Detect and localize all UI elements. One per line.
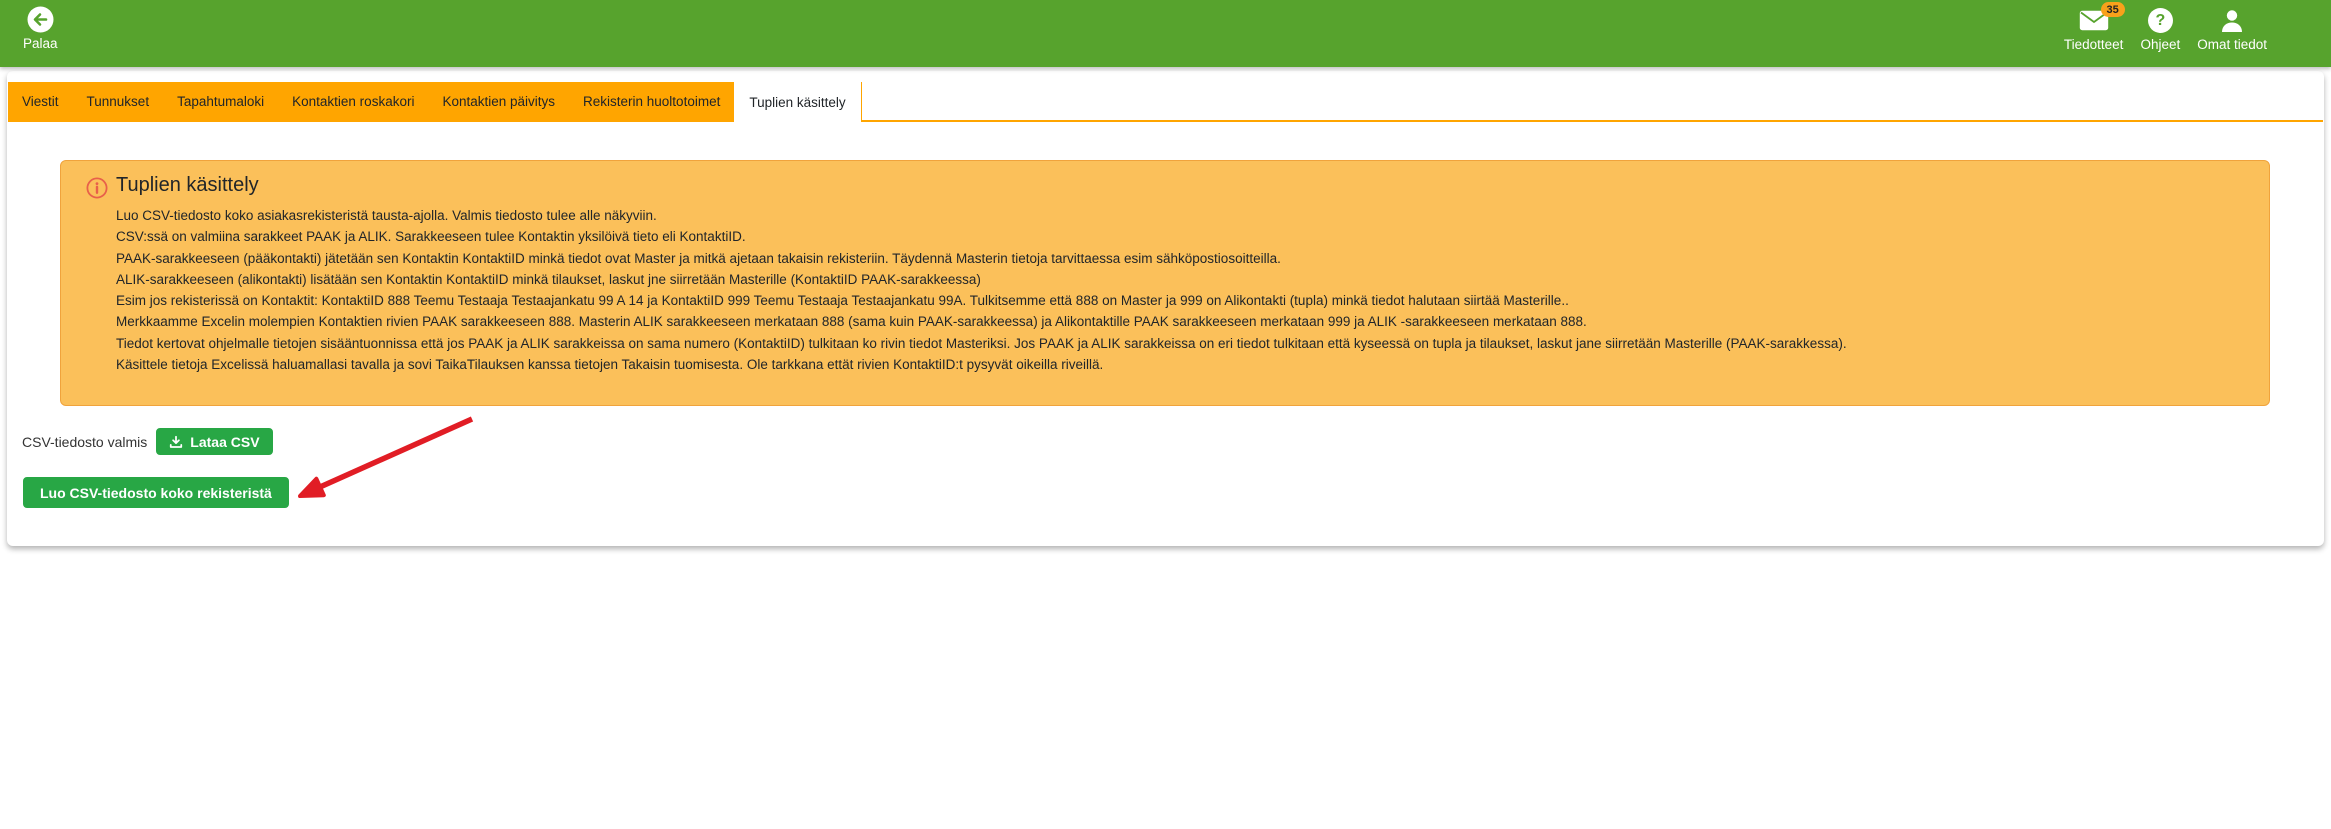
panel-text-line: CSV:ssä on valmiina sarakkeet PAAK ja AL… bbox=[116, 226, 2239, 247]
panel-text-line: Esim jos rekisterissä on Kontaktit: Kont… bbox=[116, 290, 2239, 311]
panel-text-line: Luo CSV-tiedosto koko asiakasrekisterist… bbox=[116, 205, 2239, 226]
tab-kontaktien-paivitys[interactable]: Kontaktien päivitys bbox=[428, 82, 569, 120]
download-csv-label: Lataa CSV bbox=[190, 434, 259, 450]
panel-text-line: PAAK-sarakkeeseen (pääkontakti) jätetään… bbox=[116, 248, 2239, 269]
panel-text-line: Tiedot kertovat ohjelmalle tietojen sisä… bbox=[116, 333, 2239, 354]
create-csv-button[interactable]: Luo CSV-tiedosto koko rekisteristä bbox=[23, 477, 289, 508]
panel-text-line: ALIK-sarakkeeseen (alikontakti) lisätään… bbox=[116, 269, 2239, 290]
main-card: Viestit Tunnukset Tapahtumaloki Kontakti… bbox=[7, 71, 2324, 546]
notifications-label: Tiedotteet bbox=[2064, 37, 2124, 52]
tab-rekisterin-huoltotoimet[interactable]: Rekisterin huoltotoimet bbox=[569, 82, 734, 120]
download-icon bbox=[169, 435, 183, 449]
help-label: Ohjeet bbox=[2140, 37, 2180, 52]
csv-ready-row: CSV-tiedosto valmis Lataa CSV bbox=[22, 428, 273, 455]
back-label: Palaa bbox=[23, 36, 58, 51]
tab-tuplien-kasittely[interactable]: Tuplien käsittely bbox=[734, 82, 861, 122]
profile-button[interactable]: Omat tiedot bbox=[2197, 7, 2267, 52]
help-button[interactable]: ? Ohjeet bbox=[2140, 7, 2180, 52]
help-icon: ? bbox=[2148, 7, 2173, 34]
info-panel: Tuplien käsittely Luo CSV-tiedosto koko … bbox=[60, 160, 2270, 406]
info-icon bbox=[86, 177, 108, 199]
profile-label: Omat tiedot bbox=[2197, 37, 2267, 52]
tab-tunnukset[interactable]: Tunnukset bbox=[73, 82, 164, 120]
panel-text-line: Käsittele tietoja Excelissä haluamallasi… bbox=[116, 354, 2239, 375]
header-actions: 35 Tiedotteet ? Ohjeet Omat tiedot bbox=[2064, 7, 2267, 52]
app-header: Palaa 35 Tiedotteet ? Ohjeet bbox=[0, 0, 2331, 67]
create-csv-label: Luo CSV-tiedosto koko rekisteristä bbox=[40, 485, 272, 501]
tab-viestit[interactable]: Viestit bbox=[8, 82, 73, 120]
download-csv-button[interactable]: Lataa CSV bbox=[156, 428, 272, 455]
back-arrow-icon bbox=[27, 6, 54, 33]
panel-text-line: Merkkaamme Excelin molempien Kontaktien … bbox=[116, 311, 2239, 332]
back-button[interactable]: Palaa bbox=[23, 6, 58, 51]
tab-tapahtumaloki[interactable]: Tapahtumaloki bbox=[163, 82, 278, 120]
envelope-icon: 35 bbox=[2079, 7, 2109, 34]
tab-kontaktien-roskakori[interactable]: Kontaktien roskakori bbox=[278, 82, 428, 120]
notifications-button[interactable]: 35 Tiedotteet bbox=[2064, 7, 2124, 52]
annotation-arrow-icon bbox=[280, 409, 490, 519]
user-icon bbox=[2219, 7, 2245, 34]
tab-bar: Viestit Tunnukset Tapahtumaloki Kontakti… bbox=[8, 82, 2323, 122]
panel-title: Tuplien käsittely bbox=[116, 174, 2239, 197]
csv-status-label: CSV-tiedosto valmis bbox=[22, 434, 147, 450]
unread-count-badge: 35 bbox=[2101, 2, 2125, 17]
